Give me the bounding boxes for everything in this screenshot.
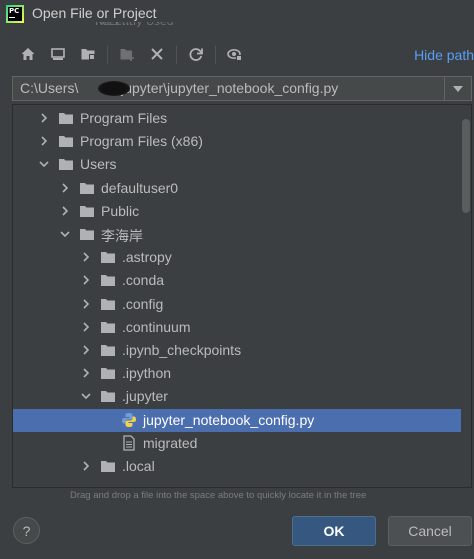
chevron-right-icon[interactable] — [39, 136, 49, 146]
tree-row[interactable]: migrated — [13, 432, 471, 455]
scrollbar-thumb[interactable] — [462, 119, 470, 213]
redaction-mark — [98, 81, 130, 96]
tree-item-label: 李海岸 — [101, 228, 143, 244]
tree-item-label: .ipython — [122, 365, 172, 382]
tree-row[interactable]: .conda — [13, 269, 471, 292]
toolbar: Hide path — [0, 38, 474, 72]
tree-row[interactable]: .ipynb_checkpoints — [13, 339, 471, 362]
chevron-right-icon[interactable] — [81, 322, 91, 332]
folder-icon — [59, 136, 73, 148]
tree-row[interactable]: Public — [13, 200, 471, 223]
chevron-down-icon[interactable] — [39, 159, 49, 169]
file-tree[interactable]: Program Files Program Files (x86) Users def… — [12, 104, 472, 488]
toolbar-separator — [107, 46, 108, 64]
tree-row[interactable]: 李海岸 — [13, 223, 471, 246]
desktop-icon[interactable] — [47, 43, 69, 65]
folder-icon — [101, 391, 115, 403]
delete-icon[interactable] — [146, 43, 168, 65]
cancel-button[interactable]: Cancel — [388, 516, 472, 546]
tree-item-label: Public — [101, 202, 140, 219]
chevron-right-icon[interactable] — [60, 206, 70, 216]
path-input[interactable]: C:\Users\ \.jupyter\jupyter_notebook_conf… — [20, 80, 445, 98]
tree-row[interactable]: .config — [13, 293, 471, 316]
tree-item-label: Program Files (x86) — [80, 133, 203, 150]
tree-item-label: .ipynb_checkpoints — [122, 342, 242, 358]
tree-row[interactable]: .ipython — [13, 362, 471, 385]
refresh-icon[interactable] — [185, 43, 207, 65]
tree-row[interactable]: jupyter_notebook_config.py — [13, 408, 471, 432]
python-file-icon — [122, 412, 136, 427]
folder-icon — [101, 252, 115, 264]
chevron-right-icon[interactable] — [81, 252, 91, 262]
chevron-right-icon[interactable] — [60, 183, 70, 193]
scrollbar[interactable] — [461, 105, 471, 487]
pycharm-logo-icon: PC — [6, 5, 24, 23]
folder-icon — [80, 182, 94, 194]
title-bar: PC Open File or Project Recently Used Fi… — [0, 0, 474, 28]
project-folder-icon[interactable] — [77, 43, 99, 65]
tree-item-label: defaultuser0 — [101, 179, 179, 196]
folder-icon — [80, 205, 94, 217]
tree-item-label: migrated — [143, 434, 198, 451]
chevron-right-icon[interactable] — [39, 113, 49, 123]
tree-row[interactable]: Users — [13, 153, 471, 176]
folder-icon — [101, 275, 115, 287]
help-button[interactable]: ? — [13, 517, 40, 544]
path-prefix: C:\Users\ — [20, 80, 79, 96]
tree-item-label: .astropy — [122, 249, 172, 266]
chevron-down-icon[interactable] — [60, 229, 70, 239]
path-combobox[interactable]: C:\Users\ \.jupyter\jupyter_notebook_conf… — [12, 76, 472, 101]
tree-item-label: jupyter_notebook_config.py — [143, 411, 315, 428]
tree-row[interactable]: .continuum — [13, 316, 471, 339]
folder-icon — [101, 298, 115, 310]
dialog-title: Open File or Project — [32, 5, 157, 21]
path-suffix: \.jupyter\jupyter_notebook_config.py — [113, 80, 339, 96]
toolbar-separator — [176, 46, 177, 64]
toolbar-separator — [215, 46, 216, 64]
chevron-down-icon — [453, 85, 463, 92]
tree-item-label: .local — [122, 458, 155, 474]
tree-row[interactable]: .astropy — [13, 246, 471, 269]
drag-drop-hint: Drag and drop a file into the space abov… — [70, 490, 367, 501]
chevron-right-icon[interactable] — [81, 275, 91, 285]
folder-icon — [101, 321, 115, 333]
folder-icon — [59, 113, 73, 124]
tree-row[interactable]: .jupyter — [13, 385, 471, 408]
chevron-right-icon[interactable] — [81, 299, 91, 309]
folder-icon — [80, 229, 94, 240]
home-icon[interactable] — [17, 43, 39, 65]
chevron-right-icon[interactable] — [81, 345, 91, 355]
chevron-down-icon[interactable] — [81, 391, 91, 401]
file-icon — [123, 435, 135, 451]
new-folder-icon[interactable] — [116, 43, 138, 65]
tree-item-label: .continuum — [122, 318, 191, 335]
folder-icon — [101, 345, 115, 356]
tree-item-label: .config — [122, 295, 164, 312]
ok-button[interactable]: OK — [292, 516, 376, 546]
path-dropdown-button[interactable] — [444, 77, 471, 100]
hide-path-link[interactable]: Hide path — [414, 47, 474, 63]
folder-icon — [59, 159, 73, 171]
show-hidden-icon[interactable] — [224, 43, 246, 65]
tree-row[interactable]: .local — [13, 455, 471, 478]
tree-row[interactable]: Program Files — [13, 107, 471, 130]
folder-icon — [101, 461, 115, 472]
background-window-text: Recently Used Files ... — [95, 22, 195, 28]
tree-item-label: Users — [80, 156, 117, 173]
tree-row[interactable]: Program Files (x86) — [13, 130, 471, 153]
tree-item-label: .jupyter — [122, 388, 168, 405]
chevron-right-icon[interactable] — [81, 461, 91, 471]
folder-icon — [101, 368, 115, 380]
tree-item-label: Program Files — [80, 110, 168, 126]
chevron-right-icon[interactable] — [81, 368, 91, 378]
tree-item-label: .conda — [122, 272, 165, 289]
tree-row[interactable]: defaultuser0 — [13, 177, 471, 200]
